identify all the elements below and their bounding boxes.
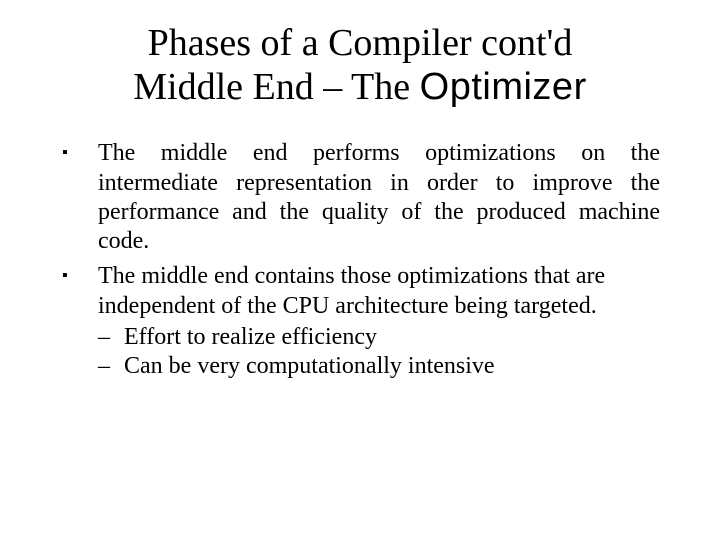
slide: Phases of a Compiler cont'd Middle End –… [0, 0, 720, 540]
sub-bullet-item: Can be very computationally intensive [98, 352, 660, 381]
title-line-1: Phases of a Compiler cont'd [148, 22, 573, 64]
bullet-text: The middle end performs optimizations on… [98, 139, 660, 256]
slide-title: Phases of a Compiler cont'd Middle End –… [50, 22, 670, 109]
bullet-item: The middle end performs optimizations on… [50, 139, 660, 256]
title-line-2-prefix: Middle End – The [133, 66, 419, 108]
bullet-item: The middle end contains those optimizati… [50, 262, 660, 381]
bullet-list: The middle end performs optimizations on… [50, 139, 670, 381]
title-line-2-emphasis: Optimizer [420, 66, 587, 108]
sub-bullet-item: Effort to realize efficiency [98, 323, 660, 352]
sub-bullet-list: Effort to realize efficiency Can be very… [98, 323, 660, 382]
bullet-text: The middle end contains those optimizati… [98, 262, 660, 321]
